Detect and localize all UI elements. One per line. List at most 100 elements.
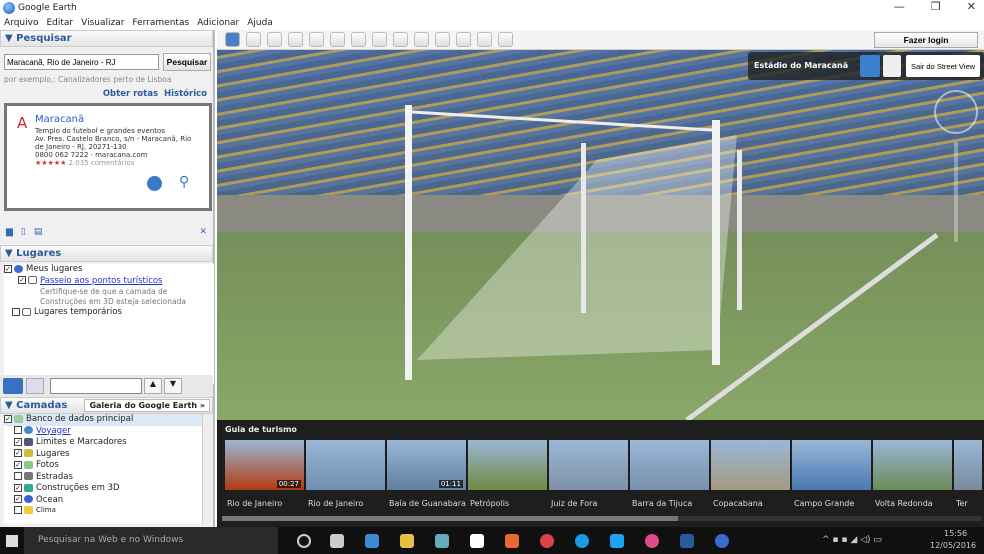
tree-my-places[interactable]: ✓ Meus lugares (4, 264, 214, 276)
print-icon[interactable] (456, 32, 471, 47)
result-name[interactable]: Maracanã (35, 114, 84, 125)
tour-guide-header[interactable]: Guia de turismo (225, 425, 297, 434)
overlay-icon[interactable] (309, 32, 324, 47)
folder-icon[interactable]: ▆ (6, 227, 13, 237)
tour-thumbnail[interactable] (792, 440, 871, 490)
app-icon[interactable] (470, 534, 484, 548)
pegman-icon[interactable] (860, 55, 880, 77)
tour-label[interactable]: Baía de Guanabara (389, 499, 466, 508)
historical-imagery-icon[interactable] (351, 32, 366, 47)
maps-icon[interactable] (498, 32, 513, 47)
menu-adicionar[interactable]: Adicionar (197, 18, 239, 28)
tour-label[interactable]: Petrópolis (470, 499, 509, 508)
layer-item[interactable]: ✓ Construções em 3D (4, 483, 202, 495)
layer-item[interactable]: Estradas (4, 472, 202, 484)
layer-item[interactable]: ✓ Ocean (4, 495, 202, 507)
3d-view-icon[interactable] (883, 55, 901, 77)
sunlight-icon[interactable] (372, 32, 387, 47)
tour-thumbnail[interactable] (873, 440, 952, 490)
search-panel-header[interactable]: ▼ Pesquisar (0, 30, 213, 47)
gallery-button[interactable]: Galeria do Google Earth » (84, 399, 210, 412)
ruler-icon[interactable] (414, 32, 429, 47)
tour-label[interactable]: Campo Grande (794, 499, 854, 508)
file-explorer-icon[interactable] (400, 534, 414, 548)
layers-panel-header[interactable]: ▼ Camadas Galeria do Google Earth » (0, 397, 213, 414)
layer-item[interactable]: Voyager (4, 426, 202, 438)
zoom-slider[interactable] (954, 142, 958, 242)
itunes-icon[interactable] (645, 534, 659, 548)
search-input[interactable] (4, 54, 159, 70)
move-up-button[interactable]: ▲ (144, 378, 162, 394)
move-down-button[interactable]: ▼ (164, 378, 182, 394)
app-icon[interactable] (365, 534, 379, 548)
chrome-icon[interactable] (540, 534, 554, 548)
tour-thumbnail[interactable] (468, 440, 547, 490)
menu-arquivo[interactable]: Arquivo (4, 18, 38, 28)
places-panel-header[interactable]: ▼ Lugares (0, 245, 213, 262)
location-pin-icon[interactable]: ⚲ (179, 174, 189, 190)
sidebar-toggle-icon[interactable] (225, 32, 240, 47)
tour-thumbnail[interactable] (630, 440, 709, 490)
tour-scrollbar[interactable] (222, 516, 982, 521)
task-view-icon[interactable] (297, 534, 311, 548)
tour-label[interactable]: Rio de Janeiro (227, 499, 282, 508)
layer-item[interactable]: ✓ Limites e Marcadores (4, 437, 202, 449)
close-button[interactable]: ✕ (967, 0, 976, 13)
directions-link[interactable]: Obter rotas (103, 89, 158, 99)
system-tray-icons[interactable]: ^ ▪ ▪ ◢ ◁) ▭ (822, 535, 882, 545)
tour-label[interactable]: Volta Redonda (875, 499, 933, 508)
menu-ajuda[interactable]: Ajuda (247, 18, 273, 28)
layer-item[interactable]: Clima (4, 506, 202, 514)
search-button[interactable]: Pesquisar (163, 53, 211, 71)
layer-item[interactable]: ✓ Lugares (4, 449, 202, 461)
close-panel-icon[interactable]: ✕ (199, 227, 207, 237)
app-icon[interactable] (680, 534, 694, 548)
history-link[interactable]: Histórico (164, 89, 207, 99)
email-icon[interactable] (435, 32, 450, 47)
menu-ferramentas[interactable]: Ferramentas (132, 18, 189, 28)
planets-icon[interactable] (393, 32, 408, 47)
search-layers-icon[interactable] (3, 378, 23, 394)
app-icon[interactable] (435, 534, 449, 548)
menu-editar[interactable]: Editar (46, 18, 73, 28)
tour-label[interactable]: Juiz de Fora (551, 499, 597, 508)
tour-thumbnail[interactable]: 01:11 (387, 440, 466, 490)
maximize-button[interactable]: ❐ (931, 0, 941, 13)
placemark-icon[interactable] (246, 32, 261, 47)
tour-label[interactable]: Ter (956, 499, 968, 508)
layer-item[interactable]: ✓ Banco de dados principal (4, 414, 202, 426)
street-view-3d-map[interactable]: Estádio do Maracanã Sair do Street View (217, 50, 984, 420)
path-icon[interactable] (288, 32, 303, 47)
tour-label[interactable]: Copacabana (713, 499, 763, 508)
tour-thumbnail[interactable]: 00:27 (225, 440, 304, 490)
tour-thumbnail[interactable] (711, 440, 790, 490)
tour-thumbnail[interactable] (954, 440, 982, 490)
tour-label[interactable]: Barra da Tijuca (632, 499, 692, 508)
globe-icon[interactable] (147, 176, 162, 191)
layers-scrollbar[interactable] (202, 414, 212, 524)
clock-time[interactable]: 15:56 (944, 529, 967, 538)
twitter-icon[interactable] (610, 534, 624, 548)
tour-record-icon[interactable] (330, 32, 345, 47)
app-icon[interactable] (505, 534, 519, 548)
panel-toggle-icon[interactable] (26, 378, 44, 394)
tour-thumbnail[interactable] (306, 440, 385, 490)
tree-tour[interactable]: ✓ Passeio aos pontos turísticos (4, 276, 214, 288)
google-earth-taskbar-icon[interactable] (715, 534, 729, 548)
menu-visualizar[interactable]: Visualizar (81, 18, 124, 28)
login-button[interactable]: Fazer login (874, 32, 978, 48)
print-icon[interactable]: ▤ (34, 227, 43, 237)
start-windows-icon[interactable] (6, 535, 18, 547)
tree-temp-places[interactable]: Lugares temporários (4, 307, 214, 319)
tour-label[interactable]: Rio de Janeiro (308, 499, 363, 508)
polygon-icon[interactable] (267, 32, 282, 47)
layer-item[interactable]: ✓ Fotos (4, 460, 202, 472)
exit-street-view-button[interactable]: Sair do Street View (906, 55, 980, 77)
calculator-icon[interactable] (330, 534, 344, 548)
add-icon[interactable]: ▯ (21, 227, 26, 237)
taskbar-search-box[interactable]: Pesquisar na Web e no Windows (24, 527, 278, 554)
tour-thumbnail[interactable] (549, 440, 628, 490)
clock-date[interactable]: 12/05/2016 (930, 541, 976, 550)
minimize-button[interactable]: — (894, 0, 905, 13)
skype-icon[interactable] (575, 534, 589, 548)
